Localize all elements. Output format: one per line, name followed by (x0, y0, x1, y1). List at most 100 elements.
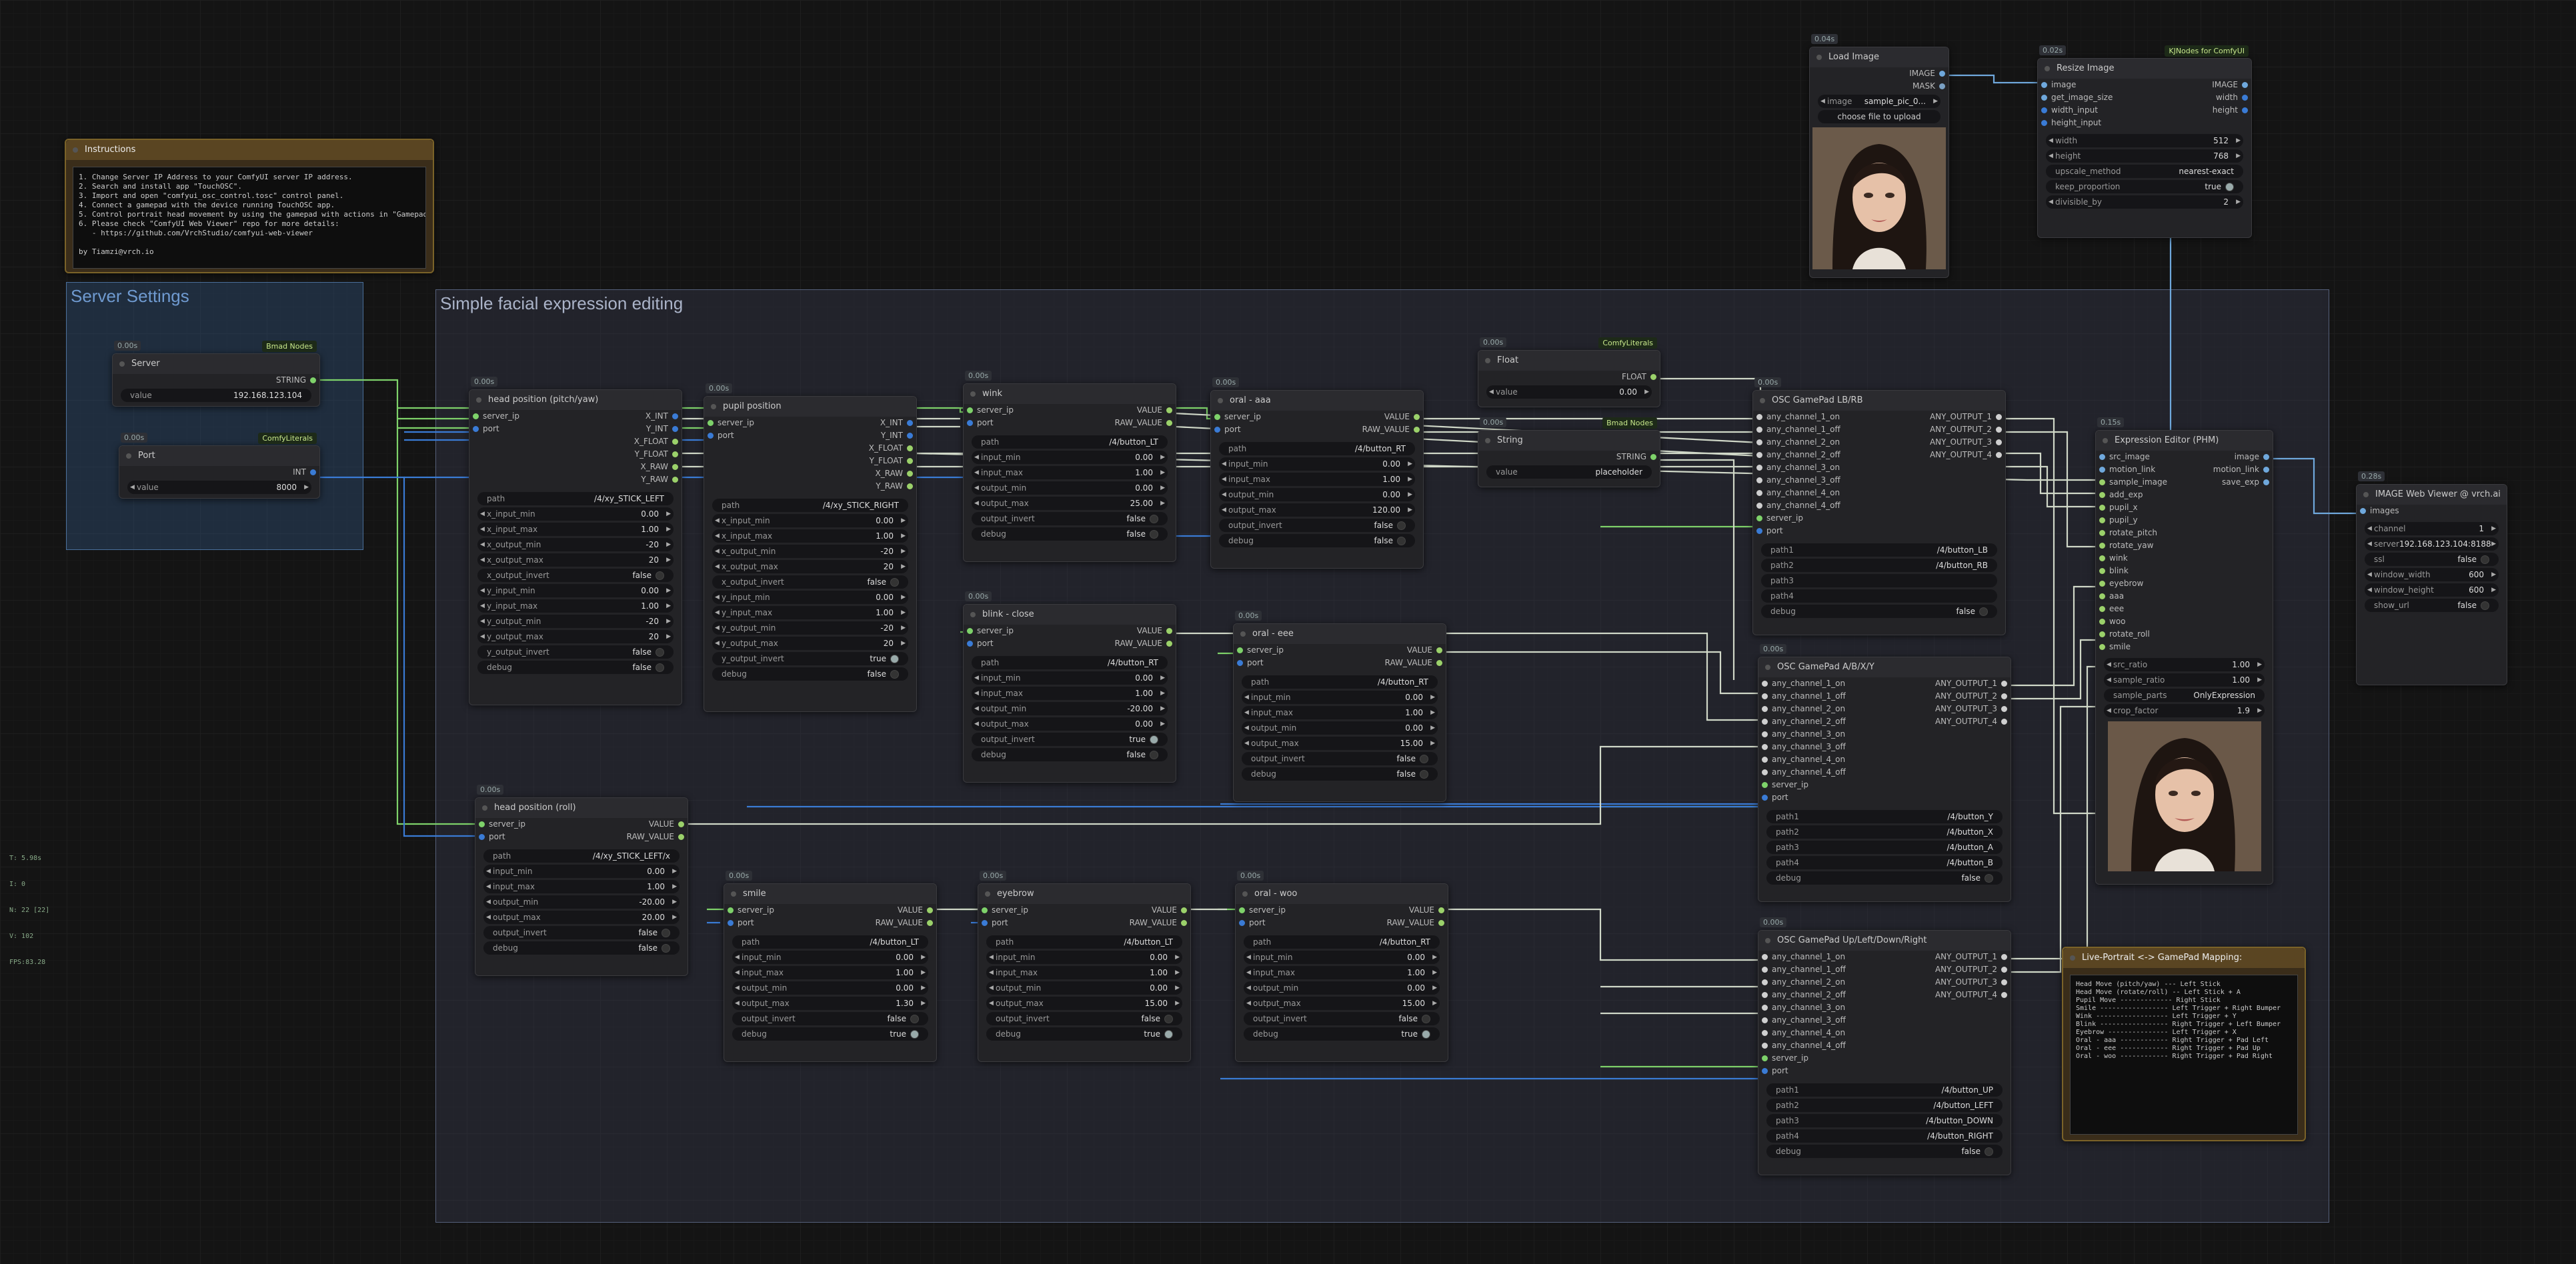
widget-debug[interactable]: debug true (732, 1027, 928, 1041)
input-pin[interactable] (2099, 467, 2105, 473)
output-slot[interactable]: VALUE (1070, 625, 1176, 637)
output-slot[interactable]: ANY_OUTPUT_1 (1879, 411, 2005, 423)
output-slot[interactable]: RAW_VALUE (1084, 917, 1190, 929)
output-pin[interactable] (2001, 992, 2007, 998)
output-pin[interactable] (672, 413, 678, 419)
toggle-indicator[interactable] (1985, 874, 1993, 883)
output-pin[interactable] (672, 464, 678, 470)
widget-output-min[interactable]: output_min 0.00 (732, 981, 928, 995)
input-slot[interactable]: any_channel_3_on (1753, 461, 1879, 474)
output-slot[interactable]: ANY_OUTPUT_3 (1879, 436, 2005, 449)
input-pin[interactable] (1756, 439, 1762, 445)
widget-y-output-invert[interactable]: y_output_invert true (712, 652, 908, 665)
output-slot[interactable]: VALUE (830, 904, 936, 917)
output-pin[interactable] (1650, 374, 1656, 380)
node-oral-eee[interactable]: 0.00s oral - eee server_ip port VALUE RAW_VAL… (1233, 611, 1446, 802)
widget-y-input-max[interactable]: y_input_max 1.00 (712, 606, 908, 619)
widget-debug[interactable]: debug false (1219, 534, 1415, 547)
input-pin[interactable] (2099, 619, 2105, 625)
input-pin[interactable] (2099, 581, 2105, 587)
widget-debug[interactable]: debug false (712, 667, 908, 681)
widget-debug[interactable]: debug false (972, 527, 1168, 541)
input-slot[interactable]: image (2038, 79, 2145, 91)
widget-debug[interactable]: debug false (1761, 605, 1997, 618)
input-slot[interactable]: src_image (2096, 451, 2185, 463)
output-pin[interactable] (1181, 907, 1187, 913)
node-gamepad-dpad[interactable]: 0.00s OSC GamePad Up/Left/Down/Right any_c… (1758, 917, 2011, 1175)
input-pin[interactable] (473, 413, 479, 419)
output-pin[interactable] (2001, 967, 2007, 973)
widget-value[interactable]: value placeholder (1486, 465, 1652, 479)
input-pin[interactable] (708, 420, 714, 426)
output-slot[interactable]: RAW_VALUE (1070, 417, 1176, 429)
output-pin[interactable] (1996, 452, 2002, 458)
widget-show-url[interactable]: show_url false (2365, 599, 2499, 612)
node-header[interactable]: Resize Image (2038, 59, 2251, 79)
input-slot[interactable]: rotate_yaw (2096, 539, 2185, 552)
input-slot[interactable]: eee (2096, 603, 2185, 615)
output-pin[interactable] (2001, 954, 2007, 960)
widget-output-min[interactable]: output_min 0.00 (1219, 488, 1415, 501)
widget-path3[interactable]: path3/4/button_DOWN (1766, 1114, 2003, 1127)
widget-y-output-min[interactable]: y_output_min -20 (712, 621, 908, 635)
input-pin[interactable] (1756, 465, 1762, 471)
input-slot[interactable]: rotate_pitch (2096, 527, 2185, 539)
widget-output-invert[interactable]: output_invert true (972, 733, 1168, 746)
output-slot[interactable]: VALUE (1084, 904, 1190, 917)
output-pin[interactable] (2001, 706, 2007, 712)
input-slot[interactable]: server_ip (1758, 779, 1884, 791)
input-slot[interactable]: rotate_roll (2096, 628, 2185, 641)
output-slot[interactable]: IMAGE (1810, 67, 1949, 80)
input-pin[interactable] (2099, 631, 2105, 637)
output-pin[interactable] (1996, 439, 2002, 445)
input-pin[interactable] (2099, 568, 2105, 574)
collapse-dot[interactable] (1765, 938, 1770, 943)
widget-output-invert[interactable]: output_invert false (972, 512, 1168, 525)
group-server-settings[interactable]: Server Settings (66, 282, 363, 550)
output-pin[interactable] (1166, 407, 1172, 413)
input-slot[interactable]: any_channel_4_off (1758, 766, 1884, 779)
input-slot[interactable]: port (469, 423, 575, 435)
input-slot[interactable]: port (978, 917, 1084, 929)
input-slot[interactable]: server_ip (964, 404, 1070, 417)
node-header[interactable]: Float (1478, 351, 1660, 371)
note-header[interactable]: Live-Portrait <-> GamePad Mapping: (2063, 948, 2305, 968)
input-pin[interactable] (1756, 503, 1762, 509)
input-pin[interactable] (479, 821, 485, 827)
collapse-dot[interactable] (2103, 438, 2108, 443)
note-text[interactable]: Head Move (pitch/yaw) --- Left Stick Hea… (2070, 975, 2298, 1135)
node-gamepad-abxy[interactable]: 0.00s OSC GamePad A/B/X/Y any_channel_1_on… (1758, 644, 2011, 902)
input-pin[interactable] (2099, 479, 2105, 485)
output-slot[interactable]: ANY_OUTPUT_2 (1884, 690, 2011, 703)
collapse-dot[interactable] (970, 612, 976, 617)
toggle-indicator[interactable] (1164, 1030, 1173, 1039)
widget-output-min[interactable]: output_min 0.00 (1242, 721, 1438, 735)
node-header[interactable]: Load Image (1810, 47, 1949, 67)
input-slot[interactable]: any_channel_2_off (1753, 449, 1879, 461)
widget-output-invert[interactable]: output_invert false (1219, 519, 1415, 532)
widget-debug[interactable]: debug true (986, 1027, 1182, 1041)
input-pin[interactable] (1214, 427, 1220, 433)
input-slot[interactable]: wink (2096, 552, 2185, 565)
output-slot[interactable]: VALUE (1317, 411, 1423, 423)
input-slot[interactable]: port (724, 917, 830, 929)
node-head-roll[interactable]: 0.00s head position (roll) server_ip port VA… (475, 785, 688, 976)
node-resize-image[interactable]: 0.02s KJNodes for ComfyUI Resize Image i… (2037, 45, 2252, 238)
widget-debug[interactable]: debug false (1242, 767, 1438, 781)
node-blink-close[interactable]: 0.00s blink - close server_ip port VALUE RAW_… (963, 591, 1176, 783)
widget-path[interactable]: path/4/button_RT (972, 656, 1168, 669)
input-pin[interactable] (1756, 490, 1762, 496)
input-pin[interactable] (1762, 719, 1768, 725)
node-oral-woo[interactable]: 0.00s oral - woo server_ip port VALUE RAW_VAL… (1235, 871, 1448, 1062)
widget-window-width[interactable]: window_width 600 (2365, 568, 2499, 581)
output-slot[interactable]: MASK (1810, 80, 1949, 93)
output-pin[interactable] (310, 377, 316, 383)
collapse-dot[interactable] (970, 391, 976, 397)
input-pin[interactable] (1756, 515, 1762, 521)
input-pin[interactable] (2041, 107, 2047, 113)
widget-path2[interactable]: path2/4/button_RB (1761, 559, 1997, 572)
input-slot[interactable]: server_ip (964, 625, 1070, 637)
widget-output-invert[interactable]: output_invert false (732, 1012, 928, 1025)
widget-x-output-max[interactable]: x_output_max 20 (477, 553, 674, 567)
output-slot[interactable]: ANY_OUTPUT_4 (1884, 715, 2011, 728)
